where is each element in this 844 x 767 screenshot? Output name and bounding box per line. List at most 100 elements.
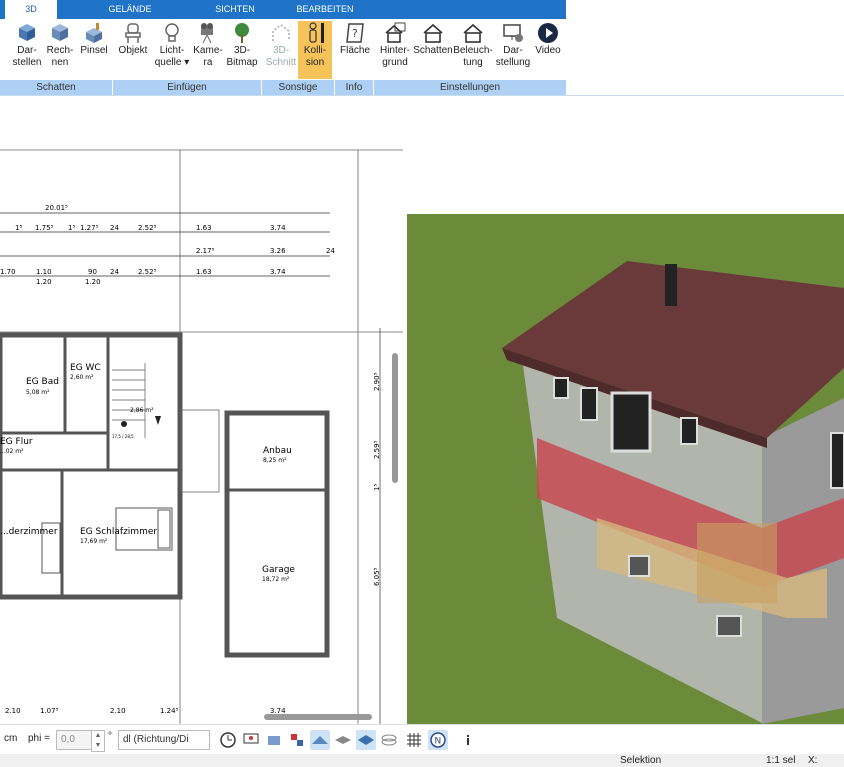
hintergrund-button[interactable]: Hinter-grund	[377, 21, 413, 69]
dim: 90	[88, 268, 97, 276]
dim: 1.20	[85, 278, 101, 286]
video-button[interactable]: Video	[532, 21, 564, 57]
room-label: EG Flur	[0, 437, 33, 447]
clock-icon	[220, 732, 236, 748]
btn-line1: Pinsel	[80, 45, 108, 56]
room-area: 5,08 m²	[26, 389, 50, 396]
grid-button[interactable]	[404, 730, 424, 750]
dim: 24	[326, 247, 335, 255]
btn-line1: Fläche	[339, 45, 370, 56]
floor-plan-view[interactable]: 20.01⁵ 1⁵ 1.75⁵ 1⁵ 1.27⁵ 24 2.52⁵ 1.63 3…	[0, 148, 403, 724]
north-icon: N	[430, 732, 446, 748]
beleuchtung-button[interactable]: Beleuch-tung	[453, 21, 493, 69]
tab-3d[interactable]: 3D	[5, 0, 57, 19]
dim: 24	[110, 268, 119, 276]
dim: 1.75⁵	[35, 224, 54, 232]
ribbon: Dar-stellen Rech-nen Pinsel Objekt Licht…	[0, 19, 566, 80]
dim: 1.20	[36, 278, 52, 286]
room-area: 8,25 m²	[263, 457, 287, 464]
dim: 1.63	[196, 268, 212, 276]
x-coordinate-label: X:	[808, 755, 818, 766]
btn-line1: Kolli-	[303, 45, 327, 56]
rechnen-button[interactable]: Rech-nen	[45, 21, 75, 69]
material-icon	[291, 734, 303, 746]
3d-render-canvas[interactable]	[407, 148, 844, 724]
floor-plan-canvas[interactable]: 20.01⁵ 1⁵ 1.75⁵ 1⁵ 1.27⁵ 24 2.52⁵ 1.63 3…	[0, 148, 403, 724]
btn-line1: Video	[535, 45, 561, 56]
material-button[interactable]	[287, 730, 307, 750]
plan-vscroll[interactable]	[392, 353, 398, 483]
btn-line2: grund	[382, 57, 408, 68]
stack-icon	[381, 734, 397, 746]
camera-icon	[201, 23, 213, 44]
kollision-button[interactable]: Kolli-sion	[298, 21, 332, 79]
pinsel-button[interactable]: Pinsel	[78, 21, 110, 57]
bdim: 3.74	[270, 707, 286, 715]
plan-hscroll[interactable]	[264, 714, 372, 720]
room-area: ...02 m²	[0, 448, 24, 455]
monitor-icon	[243, 733, 259, 744]
btn-line1: Rech-	[46, 45, 74, 56]
room-area: 2,60 m²	[70, 374, 94, 381]
lightbulb-icon	[165, 23, 179, 42]
clock-button[interactable]	[218, 730, 238, 750]
bdim: 1.07⁵	[40, 707, 59, 715]
view-mode-3-button[interactable]	[356, 730, 376, 750]
tab-bearbeiten[interactable]: BEARBEITEN	[290, 0, 360, 19]
section-cut-icon	[272, 24, 290, 41]
phi-input[interactable]: 0,0	[56, 730, 92, 750]
3d-schnitt-button[interactable]: 3D- Schnitt	[264, 21, 298, 69]
btn-line2: nen	[51, 57, 69, 68]
room-label: EG Bad	[26, 377, 59, 387]
info-icon	[467, 735, 469, 745]
degree-label: °	[108, 731, 112, 742]
btn-line2: tung	[463, 57, 483, 68]
group-sonstige: Sonstige	[262, 80, 335, 95]
dim: 2.52⁵	[138, 224, 157, 232]
ribbon-group-labels: Schatten Einfügen Sonstige Info Einstell…	[0, 80, 566, 95]
cube-render-icon	[19, 24, 35, 41]
direction-select[interactable]: dl (Richtung/Di	[118, 730, 210, 750]
north-button[interactable]: N	[428, 730, 448, 750]
phi-label: phi =	[28, 733, 50, 744]
render-button[interactable]	[264, 730, 284, 750]
scale-label: 1:1 sel	[766, 755, 796, 766]
3d-view[interactable]	[407, 148, 844, 724]
phi-stepper[interactable]: ▲ ▼	[91, 730, 105, 752]
cube-calculate-icon	[52, 24, 68, 41]
view-mode-1-button[interactable]	[310, 730, 330, 750]
flaeche-button[interactable]: ? Fläche	[338, 21, 372, 57]
btn-line2: Schnitt	[265, 57, 297, 68]
view-mode-2-button[interactable]	[333, 730, 353, 750]
btn-line1: Hinter-	[379, 45, 410, 56]
tab-sichten[interactable]: SICHTEN	[205, 0, 265, 19]
group-schatten: Schatten	[0, 80, 113, 95]
group-einstellungen: Einstellungen	[439, 82, 501, 93]
view-mode-4-button[interactable]	[379, 730, 399, 750]
darstellung-button[interactable]: Dar-stellung	[494, 21, 532, 69]
unit-label: cm	[4, 733, 18, 744]
house-light-icon	[463, 23, 483, 43]
bdim: 2.10	[110, 707, 126, 715]
dim: 3.26	[270, 247, 286, 255]
kamera-button[interactable]: Kame-ra	[192, 21, 224, 69]
info-button[interactable]	[458, 730, 478, 750]
room-label: EG Schlafzimmer	[80, 527, 157, 537]
dim: 1⁵	[68, 224, 75, 232]
objekt-button[interactable]: Objekt	[116, 21, 150, 57]
3d-bitmap-button[interactable]: 3D- Bitmap	[224, 21, 260, 69]
brush-cube-icon	[86, 23, 102, 43]
schatten-button[interactable]: Schatten	[413, 21, 453, 57]
person-collision-icon	[309, 22, 324, 43]
bottom-toolbar: cm phi = 0,0 ▲ ▼ ° dl (Richtung/Di N	[0, 724, 844, 755]
screen-button[interactable]	[241, 730, 261, 750]
bdim: 1.24⁵	[160, 707, 179, 715]
plane-icon	[358, 735, 374, 745]
darstellen-button[interactable]: Dar-stellen	[10, 21, 44, 69]
lichtquelle-button[interactable]: Licht-quelle ▾	[152, 21, 192, 69]
vdim: 2.59⁵	[373, 440, 381, 459]
tab-gelaende[interactable]: GELÄNDE	[100, 0, 160, 19]
layers-icon	[335, 736, 351, 744]
btn-line1: Beleuch-	[453, 45, 493, 56]
chimney	[665, 264, 677, 306]
